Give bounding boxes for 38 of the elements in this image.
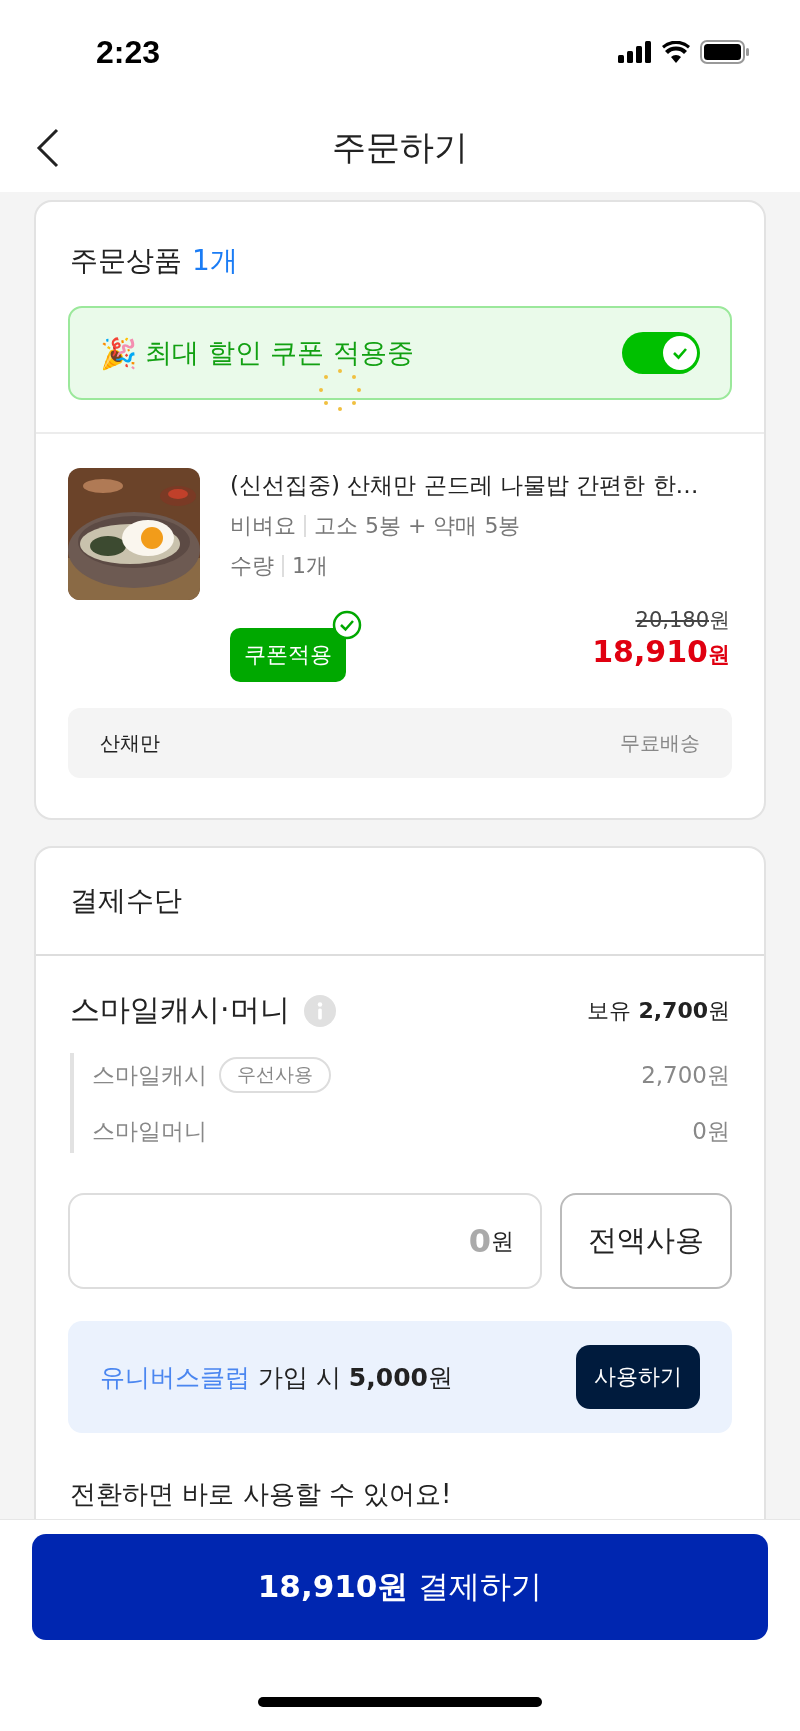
option-label: 수량 xyxy=(230,552,274,580)
back-icon[interactable] xyxy=(36,128,60,168)
section-title: 결제수단 xyxy=(70,883,182,919)
payment-method-name: 스마일캐시·머니 xyxy=(70,991,290,1029)
status-time: 2:23 xyxy=(96,33,161,71)
section-title: 주문상품 xyxy=(70,243,182,279)
coupon-applied-badge: 쿠폰적용 xyxy=(230,628,346,682)
priority-tag: 우선사용 xyxy=(219,1057,331,1093)
sparkle-icon xyxy=(318,368,362,412)
shipping-fee: 무료배송 xyxy=(620,729,700,757)
item-count: 1개 xyxy=(192,243,238,279)
option-value: 고소 5봉 + 약매 5봉 xyxy=(314,512,521,540)
balance-item-name: 스마일머니 xyxy=(92,1116,207,1146)
promo-text: 유니버스클럽 가입 시 5,000원 xyxy=(100,1361,453,1394)
page-title: 주문하기 xyxy=(332,126,468,169)
sale-price: 18,910원 xyxy=(592,634,730,670)
option-value: 1개 xyxy=(292,552,328,580)
balance-text: 보유 2,700원 xyxy=(587,996,730,1025)
balance-item-amount: 2,700원 xyxy=(641,1060,730,1090)
party-emoji: 🎉 xyxy=(100,335,137,371)
signal-icon xyxy=(618,41,652,63)
battery-icon xyxy=(700,40,750,64)
original-price: 20,180원 xyxy=(635,607,730,634)
use-all-button[interactable]: 전액사용 xyxy=(560,1193,732,1289)
amount-input-field[interactable]: 0원 xyxy=(68,1193,542,1289)
wifi-icon xyxy=(662,41,690,63)
info-icon[interactable] xyxy=(303,994,336,1027)
coupon-banner-text: 최대 할인 쿠폰 적용중 xyxy=(145,336,415,370)
check-icon xyxy=(332,610,362,640)
seller-name: 산채만 xyxy=(100,729,160,757)
option-label: 비벼요 xyxy=(230,512,296,540)
pay-button[interactable]: 18,910원 결제하기 xyxy=(32,1534,768,1640)
balance-item-amount: 0원 xyxy=(692,1116,730,1146)
coupon-toggle[interactable] xyxy=(622,332,700,374)
product-title: (신선집중) 산채만 곤드레 나물밥 간편한 한… xyxy=(230,471,699,500)
balance-item-name: 스마일캐시 xyxy=(92,1060,207,1090)
note-text: 전환하면 바로 사용할 수 있어요! xyxy=(69,1478,453,1511)
use-button[interactable]: 사용하기 xyxy=(576,1345,700,1409)
